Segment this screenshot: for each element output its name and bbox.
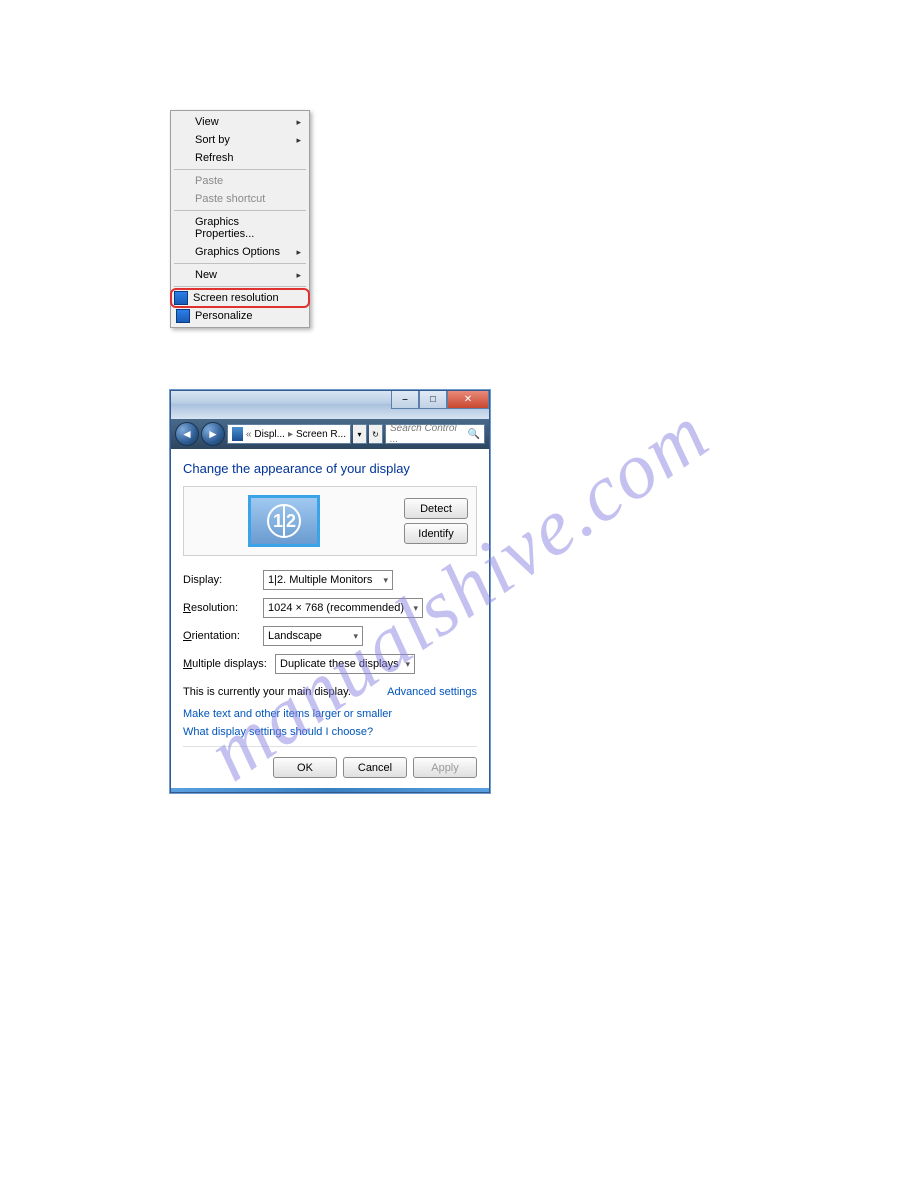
- ok-button[interactable]: OK: [273, 757, 337, 778]
- resolution-row: Resolution: 1024 × 768 (recommended): [183, 598, 477, 618]
- window-border-bottom: [171, 788, 489, 792]
- cm-paste: Paste: [173, 172, 307, 190]
- display-icon: [174, 291, 188, 305]
- search-box[interactable]: Search Control ... 🔍: [385, 424, 485, 444]
- cm-view[interactable]: View: [173, 113, 307, 131]
- display-label: Display:: [183, 574, 263, 586]
- back-button[interactable]: ◄: [175, 422, 199, 446]
- apply-button[interactable]: Apply: [413, 757, 477, 778]
- refresh-button[interactable]: ↻: [369, 424, 383, 444]
- multiple-combo[interactable]: Duplicate these displays: [275, 654, 415, 674]
- cm-graphics-options[interactable]: Graphics Options: [173, 243, 307, 261]
- dialog-buttons: OK Cancel Apply: [183, 746, 477, 778]
- address-bar[interactable]: « Displ... ▸ Screen R...: [227, 424, 351, 444]
- orientation-combo[interactable]: Landscape: [263, 626, 363, 646]
- identify-button[interactable]: Identify: [404, 523, 468, 544]
- address-dropdown[interactable]: ▾: [353, 424, 367, 444]
- display-row: Display: 1|2. Multiple Monitors: [183, 570, 477, 590]
- cancel-button[interactable]: Cancel: [343, 757, 407, 778]
- cm-screen-resolution[interactable]: Screen resolution: [171, 289, 309, 307]
- display-combo[interactable]: 1|2. Multiple Monitors: [263, 570, 393, 590]
- cm-separator: [174, 286, 306, 287]
- maximize-button[interactable]: [419, 391, 447, 409]
- cm-label: Screen resolution: [193, 292, 279, 304]
- display-help-link[interactable]: What display settings should I choose?: [183, 726, 477, 738]
- main-display-row: This is currently your main display. Adv…: [183, 686, 477, 698]
- cm-paste-shortcut: Paste shortcut: [173, 190, 307, 208]
- cm-sort-by[interactable]: Sort by: [173, 131, 307, 149]
- breadcrumb-part: Displ...: [254, 429, 285, 440]
- main-display-text: This is currently your main display.: [183, 686, 351, 698]
- breadcrumb-part: Screen R...: [296, 429, 346, 440]
- control-panel-icon: [232, 427, 243, 441]
- text-size-link[interactable]: Make text and other items larger or smal…: [183, 708, 477, 720]
- window-controls: [391, 391, 489, 409]
- advanced-settings-link[interactable]: Advanced settings: [387, 686, 477, 698]
- desktop-context-menu: View Sort by Refresh Paste Paste shortcu…: [170, 110, 310, 328]
- titlebar[interactable]: [171, 391, 489, 419]
- monitor-preview[interactable]: 1 2: [248, 495, 320, 547]
- close-button[interactable]: [447, 391, 489, 409]
- multiple-label: Multiple displays:: [183, 658, 275, 670]
- forward-button[interactable]: ►: [201, 422, 225, 446]
- cm-separator: [174, 210, 306, 211]
- cm-separator: [174, 169, 306, 170]
- cm-personalize[interactable]: Personalize: [173, 307, 307, 325]
- breadcrumb-sep: ▸: [288, 429, 293, 440]
- monitor-numbers: 1 2: [267, 504, 301, 538]
- monitor-preview-area: 1 2 Detect Identify: [183, 486, 477, 556]
- resolution-combo[interactable]: 1024 × 768 (recommended): [263, 598, 423, 618]
- cm-label: Personalize: [195, 310, 252, 322]
- orientation-row: Orientation: Landscape: [183, 626, 477, 646]
- cm-separator: [174, 263, 306, 264]
- detect-button[interactable]: Detect: [404, 498, 468, 519]
- cm-graphics-properties[interactable]: Graphics Properties...: [173, 213, 307, 243]
- personalize-icon: [176, 309, 190, 323]
- minimize-button[interactable]: [391, 391, 419, 409]
- window-body: Change the appearance of your display 1 …: [171, 449, 489, 788]
- orientation-label: Orientation:: [183, 630, 263, 642]
- breadcrumb-prefix: «: [246, 429, 252, 440]
- page-heading: Change the appearance of your display: [183, 461, 477, 476]
- cm-new[interactable]: New: [173, 266, 307, 284]
- search-placeholder: Search Control ...: [390, 423, 468, 445]
- screen-resolution-window: ◄ ► « Displ... ▸ Screen R... ▾ ↻ Search …: [170, 390, 490, 793]
- nav-bar: ◄ ► « Displ... ▸ Screen R... ▾ ↻ Search …: [171, 419, 489, 449]
- cm-refresh[interactable]: Refresh: [173, 149, 307, 167]
- search-icon: 🔍: [468, 429, 480, 440]
- resolution-label: Resolution:: [183, 602, 263, 614]
- multiple-row: Multiple displays: Duplicate these displ…: [183, 654, 477, 674]
